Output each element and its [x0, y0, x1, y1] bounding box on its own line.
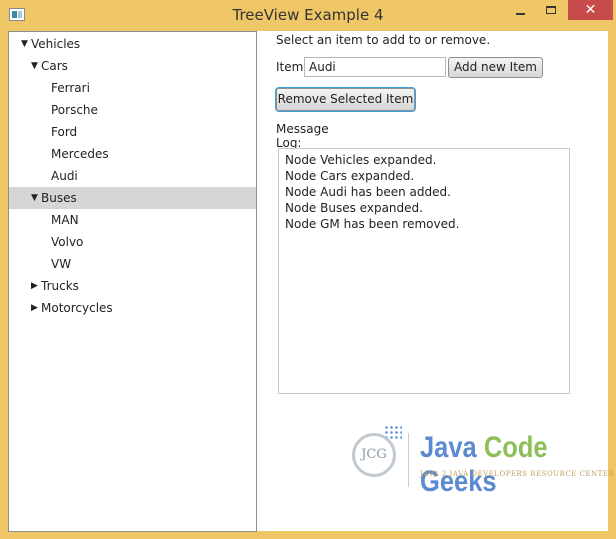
logo-tagline: JAVA 2 JAVA DEVELOPERS RESOURCE CENTER	[420, 470, 615, 478]
tree-item[interactable]: ▶ Motorcycles	[9, 297, 256, 319]
tree-item[interactable]: VW	[9, 253, 256, 275]
tree-item-label: Ferrari	[51, 81, 90, 95]
logo-word-code: Code	[483, 431, 548, 464]
expand-arrow-down-icon[interactable]: ▼	[31, 187, 38, 209]
expand-arrow-down-icon[interactable]: ▼	[31, 55, 38, 77]
tree-item-label: Cars	[41, 59, 68, 73]
watermark-logo: JCG Java Code Geeks JAVA 2 JAVA DEVELOPE…	[340, 423, 614, 498]
logo-word-java: Java	[420, 431, 477, 464]
log-line: Node Buses expanded.	[285, 201, 423, 215]
tree-item[interactable]: Ferrari	[9, 77, 256, 99]
item-label: Item:	[276, 60, 308, 74]
tree-item[interactable]: Ford	[9, 121, 256, 143]
tree-item-label: Motorcycles	[41, 301, 113, 315]
tree-item[interactable]: Mercedes	[9, 143, 256, 165]
tree-item[interactable]: Volvo	[9, 231, 256, 253]
tree-item-label: Mercedes	[51, 147, 109, 161]
expand-arrow-right-icon[interactable]: ▶	[31, 275, 38, 297]
expand-arrow-down-icon[interactable]: ▼	[21, 33, 28, 55]
tree-item[interactable]: Audi	[9, 165, 256, 187]
title-bar[interactable]: TreeView Example 4 ✕	[0, 0, 616, 31]
log-line: Node Vehicles expanded.	[285, 153, 437, 167]
tree-item-label: VW	[51, 257, 72, 271]
item-input[interactable]	[304, 57, 446, 77]
tree-item[interactable]: ▼ Cars	[9, 55, 256, 77]
expand-arrow-right-icon[interactable]: ▶	[31, 297, 38, 319]
log-line: Node Audi has been added.	[285, 185, 451, 199]
tree-view[interactable]: ▼ Vehicles ▼ Cars Ferrari Porsche Ford Mercedes…	[8, 31, 257, 532]
jcg-badge-icon: JCG	[352, 433, 396, 477]
tree-item-label: Trucks	[41, 279, 79, 293]
tree-item[interactable]: MAN	[9, 209, 256, 231]
close-button[interactable]: ✕	[568, 0, 613, 20]
logo-divider	[408, 433, 409, 487]
log-line: Node GM has been removed.	[285, 217, 460, 231]
tree-item[interactable]: ▼ Buses	[9, 187, 256, 209]
tree-item-label: Buses	[41, 191, 77, 205]
message-log[interactable]: Node Vehicles expanded. Node Cars expand…	[278, 148, 570, 394]
minimize-button[interactable]	[507, 0, 534, 20]
tree-item-label: Vehicles	[31, 37, 81, 51]
message-log-label: Message Log:	[276, 122, 329, 150]
tree-item-label: MAN	[51, 213, 79, 227]
maximize-button[interactable]	[538, 0, 565, 20]
tree-item-label: Ford	[51, 125, 78, 139]
tree-item-label: Volvo	[51, 235, 84, 249]
tree-item-label: Porsche	[51, 103, 98, 117]
add-item-button[interactable]: Add new Item	[448, 57, 543, 78]
tree-item[interactable]: ▶ Trucks	[9, 275, 256, 297]
logo-wordmark: Java Code Geeks	[420, 431, 573, 499]
remove-selected-button[interactable]: Remove Selected Item	[276, 88, 415, 111]
tree-item-label: Audi	[51, 169, 78, 183]
close-icon: ✕	[584, 2, 597, 18]
instruction-label: Select an item to add to or remove.	[276, 33, 491, 47]
log-line: Node Cars expanded.	[285, 169, 415, 183]
tree-item[interactable]: Porsche	[9, 99, 256, 121]
tree-item[interactable]: ▼ Vehicles	[9, 33, 256, 55]
